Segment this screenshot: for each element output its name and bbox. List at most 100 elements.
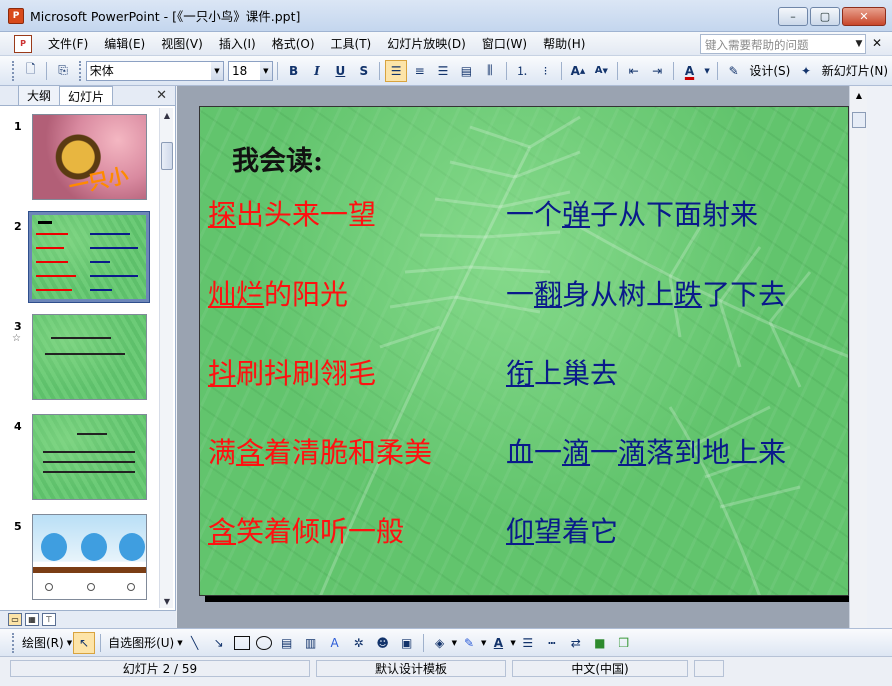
distributed-icon[interactable]: ▤ (456, 60, 477, 82)
line-color-icon[interactable]: ✎ (458, 632, 480, 654)
underlined-char: 灿烂 (208, 278, 265, 311)
autoshapes-button[interactable]: 自选图形(U) (108, 634, 174, 651)
line-style-icon[interactable]: ☰ (517, 632, 539, 654)
chevron-down-icon[interactable]: ▼ (210, 61, 223, 80)
shadow-button[interactable]: S (353, 60, 374, 82)
tab-slides[interactable]: 幻灯片 (59, 86, 114, 105)
slide-sorter-icon[interactable]: ▦ (25, 613, 39, 626)
dash-style-icon[interactable]: ┅ (541, 632, 563, 654)
bullets-icon[interactable]: ⁝ (535, 60, 556, 82)
font-color-icon[interactable]: A (487, 632, 509, 654)
scroll-up-icon[interactable]: ▲ (850, 88, 868, 102)
text-direction-icon[interactable]: ⫼ (479, 60, 500, 82)
menu-edit[interactable]: 编辑(E) (96, 35, 153, 52)
new-slide-icon[interactable]: ✦ (795, 60, 816, 82)
tab-outline[interactable]: 大纲 (18, 85, 61, 105)
shadow-style-icon[interactable]: ■ (589, 632, 611, 654)
maximize-button[interactable]: ▢ (810, 7, 840, 26)
slide-thumbnail-1[interactable]: 一只小鸟 (32, 114, 147, 200)
font-name-select[interactable]: 宋体 ▼ (85, 60, 224, 81)
decrease-font-icon[interactable]: A ▼ (591, 60, 612, 82)
document-close-icon[interactable]: ✕ (872, 36, 882, 50)
close-button[interactable]: ✕ (842, 7, 886, 26)
phrase-pre: 血一 (506, 436, 563, 469)
underline-button[interactable]: U (330, 60, 351, 82)
scrollbar-thumb[interactable] (161, 142, 173, 170)
slideshow-icon[interactable]: ⊤ (42, 613, 56, 626)
menu-window[interactable]: 窗口(W) (474, 35, 535, 52)
chevron-down-icon[interactable]: ▼ (177, 639, 182, 647)
document-icon[interactable]: P (14, 34, 32, 53)
font-name-value: 宋体 (89, 64, 114, 78)
drawing-toolbar: 绘图(R) ▼ ↖ 自选图形(U) ▼ ╲ ↘ ▤ ▥ A ✲ ☻ ▣ ◈ ▼ … (0, 628, 892, 656)
chevron-down-icon[interactable]: ▼ (259, 61, 272, 80)
close-icon[interactable]: ✕ (156, 88, 167, 103)
design-icon[interactable]: ✎ (723, 60, 744, 82)
minimize-button[interactable]: – (778, 7, 808, 26)
help-search-input[interactable]: 键入需要帮助的问题 (700, 34, 866, 54)
line-icon[interactable]: ╲ (184, 632, 206, 654)
clipart-icon[interactable]: ☻ (372, 632, 394, 654)
menu-view[interactable]: 视图(V) (153, 35, 211, 52)
normal-view-icon[interactable]: ▭ (8, 613, 22, 626)
new-slide-button[interactable]: 新幻灯片(N) (822, 62, 888, 79)
slide-thumbnail-2[interactable] (28, 211, 150, 303)
oval-icon[interactable] (255, 635, 272, 650)
align-left-icon[interactable]: ☰ (385, 59, 407, 82)
font-color-icon[interactable]: A (679, 60, 700, 82)
fill-color-icon[interactable]: ◈ (429, 632, 451, 654)
increase-font-icon[interactable]: A ▲ (567, 60, 588, 82)
underlined-char: 含 (236, 436, 265, 469)
phrase-mid: 一 (590, 436, 619, 469)
menu-tools[interactable]: 工具(T) (323, 35, 380, 52)
toolbar-grip[interactable] (12, 632, 15, 653)
picture-icon[interactable]: ▣ (396, 632, 418, 654)
decrease-indent-icon[interactable]: ⇤ (623, 60, 644, 82)
arrow-style-icon[interactable]: ⇄ (565, 632, 587, 654)
toolbar-grip[interactable] (12, 60, 15, 81)
scroll-up-icon[interactable]: ▲ (160, 108, 174, 122)
chevron-down-icon[interactable]: ▼ (452, 639, 457, 647)
chevron-down-icon[interactable]: ▼ (702, 60, 712, 82)
slide-thumbnail-4[interactable] (32, 414, 147, 500)
font-size-select[interactable]: 18 ▼ (227, 60, 273, 81)
toolbar-grip[interactable] (78, 60, 82, 81)
draw-menu-button[interactable]: 绘图(R) (22, 634, 64, 651)
diagram-icon[interactable]: ✲ (348, 632, 370, 654)
rectangle-icon[interactable] (233, 635, 250, 650)
align-right-icon[interactable]: ☰ (432, 60, 453, 82)
scroll-down-icon[interactable]: ▼ (160, 594, 174, 608)
toolbar-separator (422, 633, 424, 652)
chevron-down-icon[interactable]: ▼ (510, 639, 515, 647)
menu-format[interactable]: 格式(O) (264, 35, 323, 52)
italic-button[interactable]: I (306, 60, 327, 82)
menu-insert[interactable]: 插入(I) (211, 35, 264, 52)
slide-thumbnail-5[interactable] (32, 514, 147, 600)
editor-scrollbar[interactable]: ▲ (849, 86, 867, 628)
copy-icon[interactable]: ⎘ (52, 60, 73, 82)
new-document-icon[interactable]: 🗋 (20, 60, 41, 82)
powerpoint-app-icon[interactable]: P (8, 7, 24, 24)
chevron-down-icon[interactable]: ▼ (67, 639, 72, 647)
scrollbar-thumb[interactable] (852, 112, 866, 128)
menu-slideshow[interactable]: 幻灯片放映(D) (379, 35, 474, 52)
current-slide[interactable]: 我会读: 探出头来一望 灿烂的阳光 抖刷抖刷翎毛 满含着清脆和柔美 含笑着倾听一… (199, 106, 849, 596)
wordart-icon[interactable]: A (324, 632, 346, 654)
menu-help[interactable]: 帮助(H) (535, 35, 593, 52)
3d-style-icon[interactable]: ❒ (613, 632, 635, 654)
slide-thumbnail-3[interactable] (32, 314, 147, 400)
vertical-textbox-icon[interactable]: ▥ (300, 632, 322, 654)
menu-file[interactable]: 文件(F) (40, 35, 96, 52)
textbox-icon[interactable]: ▤ (276, 632, 298, 654)
increase-indent-icon[interactable]: ⇥ (646, 60, 667, 82)
chevron-down-icon[interactable]: ▼ (481, 639, 486, 647)
phrase-rest: 上巢去 (534, 357, 619, 390)
arrow-icon[interactable]: ↘ (208, 632, 230, 654)
design-button[interactable]: 设计(S) (749, 62, 790, 79)
chevron-down-icon[interactable]: ▼ (852, 34, 866, 54)
select-pointer-icon[interactable]: ↖ (73, 631, 96, 654)
thumbnails-scrollbar[interactable]: ▲ ▼ (159, 108, 173, 608)
numbering-icon[interactable]: ⒈ (511, 60, 532, 82)
align-center-icon[interactable]: ≡ (409, 60, 430, 82)
bold-button[interactable]: B (283, 60, 304, 82)
